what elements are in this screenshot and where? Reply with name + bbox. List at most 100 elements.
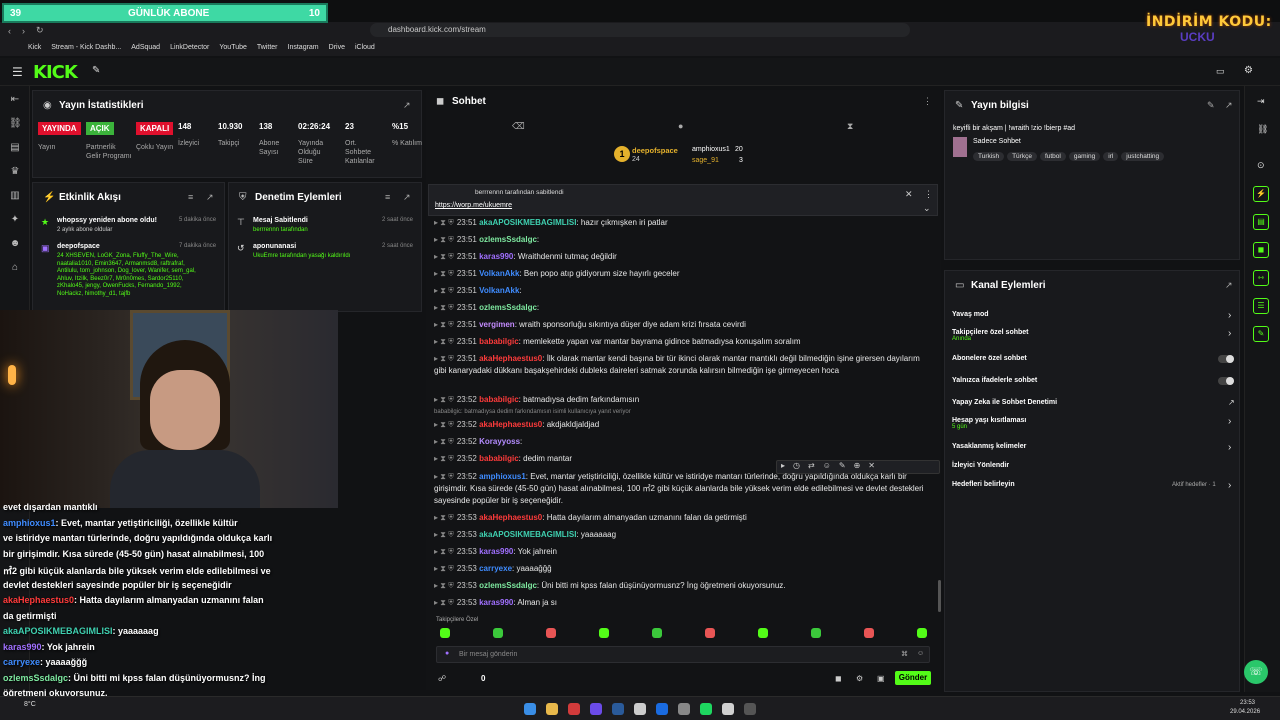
message-user[interactable]: akaAPOSIKMEBAGIMLISI (479, 218, 576, 227)
bookmark-item[interactable]: Drive (329, 44, 345, 51)
emote-icon[interactable] (546, 628, 556, 638)
message-user[interactable]: ozlemsSsdalgc (479, 581, 537, 590)
chevron-right-icon[interactable]: › (1228, 328, 1231, 339)
collapse-icon[interactable]: ⇤ (9, 94, 21, 106)
channel-action-row[interactable]: Abonelere özel sohbet (952, 355, 1027, 362)
message-user[interactable]: akaHephaestus0 (479, 513, 542, 522)
emote-icon[interactable] (864, 628, 874, 638)
bank-icon[interactable]: ⌂ (9, 262, 21, 274)
taskbar-app-icon[interactable] (722, 703, 734, 715)
chart-icon[interactable]: ▥ (9, 190, 21, 202)
popout-icon[interactable]: ↗ (1225, 280, 1233, 291)
message-user[interactable]: bababilgic (479, 454, 519, 463)
popout-icon[interactable]: ↗ (403, 100, 411, 111)
chevron-right-icon[interactable]: › (1228, 442, 1231, 453)
chat-message[interactable]: ▸ ⧗ ⛨ 23:53 akaHephaestus0: Hatta dayılar… (434, 512, 934, 524)
forward-icon[interactable]: › (22, 26, 25, 36)
support-chat-icon[interactable]: ☏ (1244, 660, 1268, 684)
toggle-switch[interactable] (1218, 355, 1234, 363)
taskbar-app-icon[interactable] (656, 703, 668, 715)
mod-actions-icon[interactable]: ▸ ⧗ ⛨ (434, 303, 454, 312)
message-user[interactable]: akaHephaestus0 (479, 420, 542, 429)
lightning-icon[interactable]: ⚡ (1253, 186, 1269, 202)
chat-message[interactable]: ▸ ⧗ ⛨ 23:52 akaHephaestus0: akdjakldjaldj… (434, 419, 934, 431)
popout-icon[interactable]: ↗ (206, 192, 214, 203)
users-icon[interactable]: ☻ (9, 238, 21, 250)
chat-message[interactable]: ▸ ⧗ ⛨ 23:51 karas990: Wraithdenmi tutmaç … (434, 251, 934, 263)
bookmark-item[interactable]: iCloud (355, 44, 375, 51)
channel-action-row[interactable]: Takipçilere özel sohbet Anında (952, 329, 1029, 342)
mod-actions-icon[interactable]: ▸ ⧗ ⛨ (434, 337, 454, 346)
target-icon[interactable]: ⊙ (1257, 160, 1265, 171)
message-user[interactable]: vergimen (479, 320, 515, 329)
mod-actions-icon[interactable]: ▸ ⧗ ⛨ (434, 530, 454, 539)
channel-action-row[interactable]: Hesap yaşı kısıtlaması 5 gün (952, 417, 1026, 430)
channel-action-row[interactable]: Hedefleri belirleyin (952, 481, 1015, 488)
message-user[interactable]: VolkanAkk (479, 269, 519, 278)
mod-actions-icon[interactable]: ▸ ⧗ ⛨ (434, 437, 454, 446)
send-button[interactable]: Gönder (895, 671, 931, 685)
chat-message[interactable]: ▸ ⧗ ⛨ 23:53 carryexe: yaaaağğğ (434, 563, 934, 575)
emote-icon[interactable] (811, 628, 821, 638)
mod-actions-icon[interactable]: ▸ ⧗ ⛨ (434, 581, 454, 590)
reload-icon[interactable]: ↻ (36, 25, 44, 36)
message-user[interactable]: akaHephaestus0 (479, 354, 542, 363)
emote-icon[interactable] (599, 628, 609, 638)
message-user[interactable]: akaAPOSIKMEBAGIMLISI (479, 530, 576, 539)
popout-icon[interactable]: ↗ (1225, 100, 1233, 111)
bookmark-item[interactable]: Instagram (288, 44, 319, 51)
bookmark-item[interactable]: LinkDetector (170, 44, 209, 51)
tag-chip[interactable]: irl (1103, 152, 1119, 161)
chat-message[interactable]: ▸ ⧗ ⛨ 23:53 karas990: Alman ja sı (434, 597, 934, 609)
emote-icon[interactable] (440, 628, 450, 638)
chevron-down-icon[interactable]: ⌄ (923, 203, 931, 214)
chevron-right-icon[interactable]: › (1228, 310, 1231, 321)
connect-icon[interactable]: ⇿ (1253, 270, 1269, 286)
taskbar-app-icon[interactable] (524, 703, 536, 715)
channel-action-row[interactable]: İzleyici Yönlendir (952, 462, 1009, 469)
settings-icon[interactable]: ⚙ (856, 674, 863, 683)
layout-icon[interactable]: ▤ (9, 142, 21, 154)
chat-message[interactable]: ▸ ⧗ ⛨ 23:52 Korayyoss: (434, 436, 934, 448)
taskbar-app-icon[interactable] (678, 703, 690, 715)
chat-message[interactable]: ▸ ⧗ ⛨ 23:51 akaHephaestus0: İlk olarak ma… (434, 353, 934, 377)
message-user[interactable]: ozlemsSsdalgc (479, 303, 537, 312)
chevron-right-icon[interactable]: › (1228, 480, 1231, 491)
taskbar-app-icon[interactable] (744, 703, 756, 715)
panel-icon[interactable]: ⇥ (1257, 96, 1265, 107)
message-user[interactable]: Korayyoss (479, 437, 520, 446)
chat-message[interactable]: ▸ ⧗ ⛨ 23:51 VolkanAkk: Ben popo atıp gidi… (434, 268, 934, 280)
tag-chip[interactable]: futbol (1039, 152, 1066, 161)
chat-message[interactable]: ▸ ⧗ ⛨ 23:52 bababilgic: batmadıysa dedim … (434, 394, 934, 406)
filter-icon[interactable]: ≡ (188, 192, 193, 202)
mod-actions-icon[interactable]: ▸ ⧗ ⛨ (434, 420, 454, 429)
back-icon[interactable]: ‹ (8, 26, 11, 36)
message-user[interactable]: karas990 (479, 252, 513, 261)
mod-actions-icon[interactable]: ▸ ⧗ ⛨ (434, 269, 454, 278)
emote-icon[interactable] (493, 628, 503, 638)
window-icon[interactable]: ▭ (1216, 66, 1225, 77)
settings-icon[interactable]: ⚙ (1244, 65, 1253, 76)
taskbar-app-icon[interactable] (568, 703, 580, 715)
chat-input[interactable]: ● Bir mesaj gönderin ⌘ ☺ (436, 646, 930, 663)
mod-actions-icon[interactable]: ▸ ⧗ ⛨ (434, 252, 454, 261)
trophy-icon[interactable]: ♛ (9, 166, 21, 178)
chat-message[interactable]: ▸ ⧗ ⛨ 23:51 VolkanAkk: (434, 285, 934, 297)
bubble-icon[interactable]: ● (678, 121, 683, 131)
chat-message[interactable]: ▸ ⧗ ⛨ 23:52 amphioxus1: Evet, mantar yeti… (434, 471, 934, 507)
tag-chip[interactable]: Turkish (973, 152, 1005, 161)
tag-chip[interactable]: Türkçe (1007, 152, 1037, 161)
chat-icon[interactable]: ◼ (1253, 242, 1269, 258)
chat-message[interactable]: ▸ ⧗ ⛨ 23:53 ozlemsSsdalgc: Üni bitti mi k… (434, 580, 934, 592)
emote-icon[interactable] (917, 628, 927, 638)
mod-actions-icon[interactable]: ▸ ⧗ ⛨ (434, 286, 454, 295)
pinned-link[interactable]: https://worp.me/ukuemre (435, 202, 512, 209)
emote-icon[interactable] (652, 628, 662, 638)
taskbar-app-icon[interactable] (700, 703, 712, 715)
emoji-icon[interactable]: ⌘ (901, 650, 908, 658)
message-user[interactable]: karas990 (479, 598, 513, 607)
users-icon[interactable]: ☍ (438, 674, 446, 683)
more-icon[interactable]: ⋮ (924, 189, 933, 200)
channel-action-row[interactable]: Yapay Zeka ile Sohbet Denetimi (952, 399, 1057, 406)
emote-icon[interactable] (758, 628, 768, 638)
